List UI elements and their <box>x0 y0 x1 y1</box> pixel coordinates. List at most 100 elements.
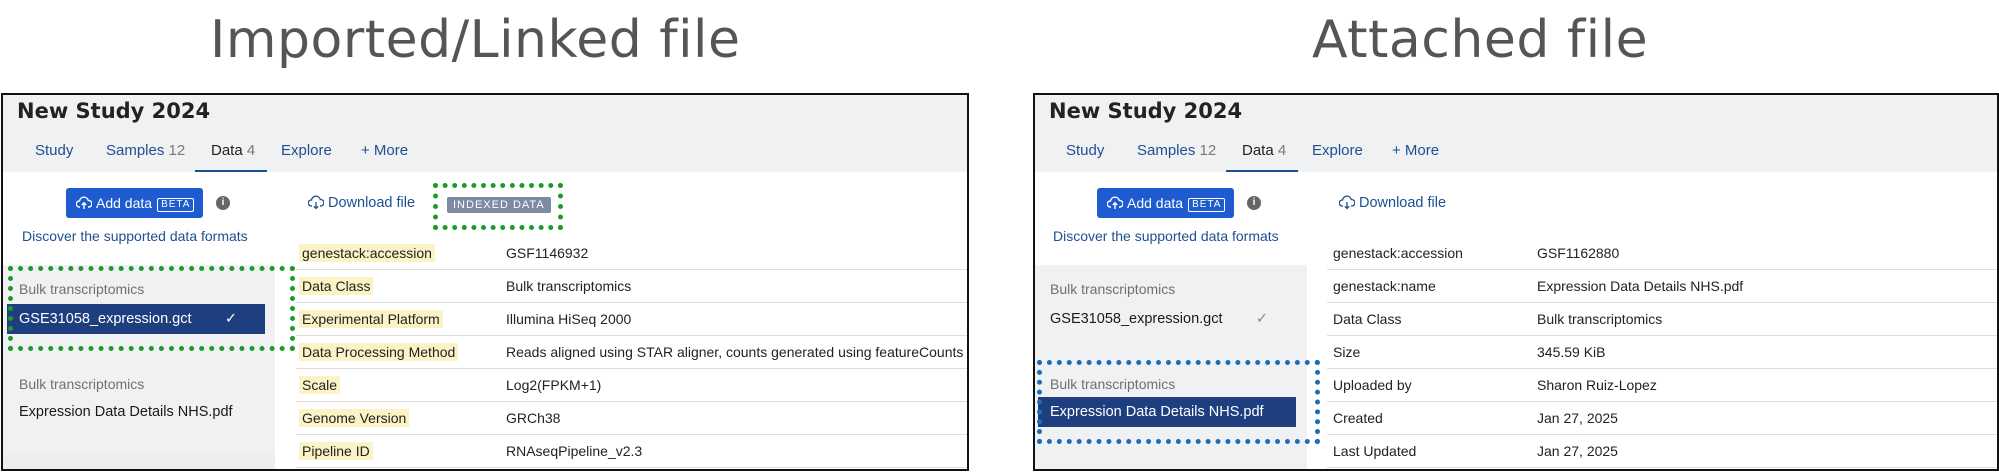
property-value: Expression Data Details NHS.pdf <box>1537 278 1744 294</box>
cloud-download-icon <box>307 195 325 210</box>
tab-label: Study <box>35 142 74 159</box>
property-key: Created <box>1333 410 1383 426</box>
add-data-label: Add data <box>1127 195 1184 211</box>
tab-more[interactable]: + More <box>361 135 408 172</box>
check-icon: ✓ <box>1255 311 1268 327</box>
table-row: Uploaded by Sharon Ruiz-Lopez <box>1327 369 1997 402</box>
add-data-button[interactable]: Add data BETA <box>1097 188 1234 218</box>
download-label: Download file <box>1359 195 1447 211</box>
group-label: Bulk transcriptomics <box>1050 376 1176 392</box>
file-name: Expression Data Details NHS.pdf <box>1050 404 1264 420</box>
property-key: genestack:accession <box>299 244 435 262</box>
tab-label: Samples <box>106 142 165 159</box>
sidebar-scroll-stub <box>3 453 275 469</box>
panel-header: New Study 2024 Study Samples 12 Data 4 E… <box>1035 95 1997 172</box>
table-row: genestack:accession GSF1162880 <box>1327 237 1997 270</box>
file-name: GSE31058_expression.gct <box>19 311 192 327</box>
tab-label: Samples <box>1137 142 1196 159</box>
tab-more[interactable]: + More <box>1392 135 1439 172</box>
property-value: Sharon Ruiz-Lopez <box>1537 377 1657 393</box>
beta-badge: BETA <box>1188 198 1226 212</box>
left-panel: New Study 2024 Study Samples 12 Data 4 E… <box>1 93 969 471</box>
table-row: Last Updated Jan 27, 2025 <box>1327 435 1997 468</box>
property-value: GSF1162880 <box>1537 245 1620 261</box>
download-file-button[interactable]: Download file <box>307 195 416 211</box>
property-key: Data Processing Method <box>299 343 459 361</box>
property-key: Pipeline ID <box>299 442 373 460</box>
download-file-button[interactable]: Download file <box>1338 195 1447 211</box>
table-row: Size 345.59 KiB <box>1327 336 1997 369</box>
tab-samples[interactable]: Samples 12 <box>1137 135 1216 172</box>
property-value: 345.59 KiB <box>1537 344 1606 360</box>
tab-count: 4 <box>1277 142 1287 159</box>
download-label: Download file <box>328 195 416 211</box>
property-key: genestack:accession <box>1333 245 1463 261</box>
property-key: Size <box>1333 344 1361 360</box>
add-data-button[interactable]: Add data BETA <box>66 188 203 218</box>
property-value: Bulk transcriptomics <box>1537 311 1663 327</box>
supported-formats-link[interactable]: Discover the supported data formats <box>1053 228 1279 244</box>
property-key: Last Updated <box>1333 443 1417 459</box>
tab-explore[interactable]: Explore <box>1312 135 1363 172</box>
tab-count: 12 <box>168 142 186 159</box>
supported-formats-link[interactable]: Discover the supported data formats <box>22 228 248 244</box>
property-value: Reads aligned using STAR aligner, counts… <box>506 344 964 360</box>
property-value: RNAseqPipeline_v2.3 <box>506 443 643 459</box>
tab-study[interactable]: Study <box>35 135 73 172</box>
property-value: Log2(FPKM+1) <box>506 377 602 393</box>
file-name: GSE31058_expression.gct <box>1050 311 1223 327</box>
property-value: GRCh38 <box>506 410 561 426</box>
tab-label: Explore <box>1312 142 1363 159</box>
tab-count: 4 <box>246 142 256 159</box>
tab-samples[interactable]: Samples 12 <box>106 135 185 172</box>
property-value: Bulk transcriptomics <box>506 278 632 294</box>
tab-label: Study <box>1066 142 1105 159</box>
heading-imported-linked: Imported/Linked file <box>210 10 741 70</box>
tab-label: Data <box>1242 142 1274 159</box>
property-key: Scale <box>299 376 341 394</box>
table-row: genestack:name Expression Data Details NH… <box>1327 270 1997 303</box>
property-value: Jan 27, 2025 <box>1537 410 1618 426</box>
property-key: Data Class <box>299 277 374 295</box>
tab-explore[interactable]: Explore <box>281 135 332 172</box>
property-key: genestack:name <box>1333 278 1436 294</box>
beta-badge: BETA <box>157 198 195 212</box>
heading-attached: Attached file <box>1312 10 1649 70</box>
panel-header: New Study 2024 Study Samples 12 Data 4 E… <box>3 95 967 172</box>
indexed-data-badge: INDEXED DATA <box>447 197 551 213</box>
property-value: Illumina HiSeq 2000 <box>506 311 632 327</box>
add-data-label: Add data <box>96 195 153 211</box>
property-key: Uploaded by <box>1333 377 1412 393</box>
property-key: Genome Version <box>299 409 410 427</box>
cloud-download-icon <box>1338 195 1356 210</box>
group-label: Bulk transcriptomics <box>19 376 145 392</box>
file-item-gct[interactable]: GSE31058_expression.gct ✓ <box>1038 304 1296 334</box>
tab-data[interactable]: Data 4 <box>195 135 267 172</box>
table-row: Created Jan 27, 2025 <box>1327 402 1997 435</box>
cloud-upload-icon <box>76 196 92 209</box>
table-row: Pipeline ID RNAseqPipeline_v2.3 <box>296 435 967 468</box>
table-row: Data Class Bulk transcriptomics <box>296 270 967 303</box>
tab-label: Data <box>211 142 243 159</box>
file-item-gct[interactable]: GSE31058_expression.gct ✓ <box>7 304 265 334</box>
study-title: New Study 2024 <box>1049 99 1243 123</box>
info-icon[interactable]: i <box>1247 196 1261 210</box>
table-row: Data Processing Method Reads aligned usin… <box>296 336 967 369</box>
table-row: Genome Version GRCh38 <box>296 402 967 435</box>
file-item-pdf[interactable]: Expression Data Details NHS.pdf <box>7 397 265 427</box>
table-row: Scale Log2(FPKM+1) <box>296 369 967 402</box>
file-name: Expression Data Details NHS.pdf <box>19 404 233 420</box>
right-panel: New Study 2024 Study Samples 12 Data 4 E… <box>1033 93 1999 471</box>
tab-study[interactable]: Study <box>1066 135 1104 172</box>
file-item-pdf[interactable]: Expression Data Details NHS.pdf <box>1038 397 1296 427</box>
tab-label: Explore <box>281 142 332 159</box>
property-value: Jan 27, 2025 <box>1537 443 1618 459</box>
info-icon[interactable]: i <box>216 196 230 210</box>
property-key: Experimental Platform <box>299 310 443 328</box>
check-icon: ✓ <box>224 311 237 327</box>
tab-label: + More <box>361 142 409 159</box>
tab-data[interactable]: Data 4 <box>1226 135 1298 172</box>
table-row: genestack:accession GSF1146932 <box>296 237 967 270</box>
table-row: Experimental Platform Illumina HiSeq 2000 <box>296 303 967 336</box>
property-key: Data Class <box>1333 311 1402 327</box>
